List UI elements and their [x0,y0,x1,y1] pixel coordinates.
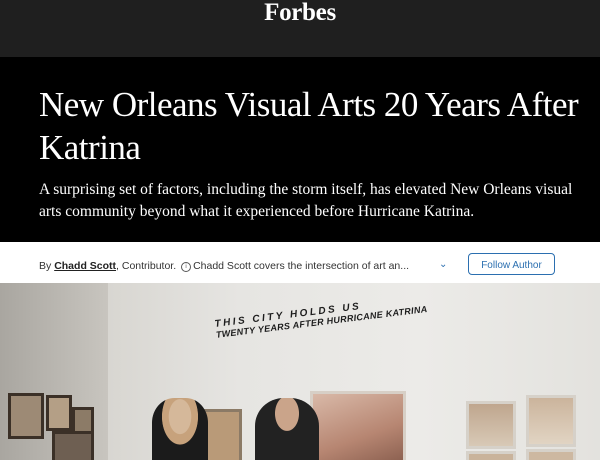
framed-artwork [466,401,516,449]
author-role: , Contributor. [116,260,177,272]
framed-artwork [526,395,576,447]
framed-artwork [466,451,516,460]
article-headline: New Orleans Visual Arts 20 Years After K… [39,85,579,167]
site-header: Forbes [0,0,600,57]
person-figure [255,398,319,460]
article-subhead: A surprising set of factors, including t… [39,181,573,220]
author-bio: Chadd Scott covers the intersection of a… [193,260,410,272]
chevron-down-icon[interactable]: ⌄ [439,259,447,270]
byline-by: By [39,260,52,272]
article-hero-image: THIS CITY HOLDS US TWENTY YEARS AFTER HU… [0,283,600,460]
byline-text: By Chadd Scott, Contributor. i Chadd Scot… [39,260,439,272]
follow-author-button[interactable]: Follow Author [468,253,555,275]
author-link[interactable]: Chadd Scott [54,260,116,272]
article-hero: New Orleans Visual Arts 20 Years After K… [0,57,600,242]
framed-artwork [310,391,406,460]
wall-exhibit-title: THIS CITY HOLDS US TWENTY YEARS AFTER HU… [214,293,428,340]
info-icon: i [181,262,192,272]
byline-bar: By Chadd Scott, Contributor. i Chadd Scot… [0,242,600,283]
framed-artwork [52,431,94,460]
framed-artwork [46,395,72,431]
framed-artwork [8,393,44,439]
forbes-logo[interactable]: Forbes [0,0,600,25]
person-figure [152,398,208,460]
framed-artwork [526,449,576,460]
